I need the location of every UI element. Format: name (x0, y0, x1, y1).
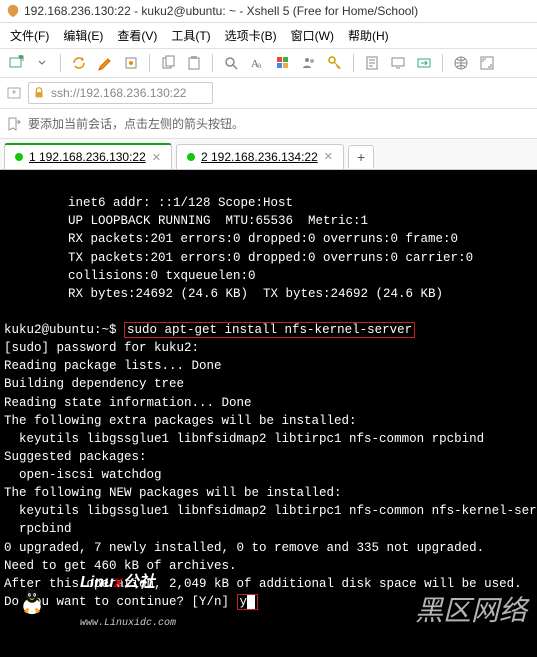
find-icon[interactable] (221, 53, 241, 73)
terminal-line: keyutils libgssglue1 libnfsidmap2 libtir… (4, 432, 484, 446)
menu-bar: 文件(F) 编辑(E) 查看(V) 工具(T) 选项卡(B) 窗口(W) 帮助(… (0, 23, 537, 49)
terminal-line: The following extra packages will be ins… (4, 414, 357, 428)
properties-icon[interactable] (121, 53, 141, 73)
reconnect-icon[interactable] (69, 53, 89, 73)
paste-icon[interactable] (184, 53, 204, 73)
close-icon[interactable]: ✕ (152, 151, 161, 164)
terminal-line: inet6 addr: ::1/128 Scope:Host (4, 194, 533, 212)
highlighted-answer: y (237, 594, 258, 610)
bookmark-arrow-icon[interactable] (6, 116, 22, 132)
key-icon[interactable] (325, 53, 345, 73)
tab-label: 1 192.168.236.130:22 (29, 150, 146, 164)
close-icon[interactable]: ✕ (324, 150, 333, 163)
terminal-line: 0 upgraded, 7 newly installed, 0 to remo… (4, 541, 484, 555)
terminal-line: keyutils libgssglue1 libnfsidmap2 libtir… (4, 504, 537, 518)
new-session-icon[interactable] (6, 53, 26, 73)
highlighted-command: sudo apt-get install nfs-kernel-server (124, 322, 415, 338)
status-dot-icon (187, 153, 195, 161)
window-title: 192.168.236.130:22 - kuku2@ubuntu: ~ - X… (24, 4, 418, 18)
terminal-line: RX packets:201 errors:0 dropped:0 overru… (4, 230, 533, 248)
menu-tabs[interactable]: 选项卡(B) (219, 25, 283, 46)
font-icon[interactable]: Aa (247, 53, 267, 73)
terminal-output[interactable]: inet6 addr: ::1/128 Scope:HostUP LOOPBAC… (0, 170, 537, 657)
watermark-url: www.Linuxidc.com (80, 618, 176, 629)
terminal-line: Building dependency tree (4, 377, 184, 391)
terminal-line: RX bytes:24692 (24.6 KB) TX bytes:24692 … (4, 285, 533, 303)
watermark-text: 黑区网络 (415, 591, 527, 632)
tab-label: 2 192.168.236.134:22 (201, 150, 318, 164)
terminal-line: collisions:0 txqueuelen:0 (4, 267, 533, 285)
add-bookmark-icon[interactable] (6, 85, 22, 101)
menu-edit[interactable]: 编辑(E) (57, 25, 109, 46)
terminal-line: rpcbind (4, 522, 72, 536)
fullscreen-icon[interactable] (477, 53, 497, 73)
terminal-line: Suggested packages: (4, 450, 147, 464)
terminal-line: UP LOOPBACK RUNNING MTU:65536 Metric:1 (4, 212, 533, 230)
terminal-line: TX packets:201 errors:0 dropped:0 overru… (4, 249, 533, 267)
terminal-line: Do you want to continue? [Y/n] (4, 595, 237, 609)
terminal-prompt: kuku2@ubuntu:~$ (4, 323, 124, 337)
menu-view[interactable]: 查看(V) (111, 25, 163, 46)
svg-text:a: a (257, 61, 262, 70)
tip-bar: 要添加当前会话，点击左侧的箭头按钮。 (0, 109, 537, 139)
menu-file[interactable]: 文件(F) (4, 25, 55, 46)
menu-window[interactable]: 窗口(W) (285, 25, 340, 46)
status-dot-icon (15, 153, 23, 161)
tip-text: 要添加当前会话，点击左侧的箭头按钮。 (28, 115, 244, 132)
separator (442, 54, 443, 72)
new-tab-button[interactable]: + (348, 145, 374, 168)
address-bar (0, 78, 537, 109)
terminal-line: The following NEW packages will be insta… (4, 486, 342, 500)
tab-bar: 1 192.168.236.130:22 ✕ 2 192.168.236.134… (0, 139, 537, 170)
script-icon[interactable] (362, 53, 382, 73)
dropdown-icon[interactable] (32, 53, 52, 73)
window-titlebar: 192.168.236.130:22 - kuku2@ubuntu: ~ - X… (0, 0, 537, 23)
menu-tools[interactable]: 工具(T) (165, 25, 216, 46)
users-icon[interactable] (299, 53, 319, 73)
globe-icon[interactable] (451, 53, 471, 73)
app-icon (6, 4, 20, 18)
screen-icon[interactable] (388, 53, 408, 73)
separator (212, 54, 213, 72)
terminal-line: Reading state information... Done (4, 396, 252, 410)
address-input[interactable] (28, 82, 213, 104)
separator (60, 54, 61, 72)
separator (149, 54, 150, 72)
session-tab-1[interactable]: 1 192.168.236.130:22 ✕ (4, 143, 172, 169)
terminal-line: After this operation, 2,049 kB of additi… (4, 577, 522, 591)
transfer-icon[interactable] (414, 53, 434, 73)
terminal-line: [sudo] password for kuku2: (4, 341, 199, 355)
session-tab-2[interactable]: 2 192.168.236.134:22 ✕ (176, 144, 344, 169)
terminal-line: Reading package lists... Done (4, 359, 222, 373)
separator (353, 54, 354, 72)
color-icon[interactable] (273, 53, 293, 73)
copy-icon[interactable] (158, 53, 178, 73)
toolbar: Aa (0, 49, 537, 78)
cursor (247, 595, 255, 609)
terminal-line: open-iscsi watchdog (4, 468, 162, 482)
menu-help[interactable]: 帮助(H) (342, 25, 395, 46)
lock-icon (32, 86, 46, 100)
edit-icon[interactable] (95, 53, 115, 73)
terminal-line: Need to get 460 kB of archives. (4, 559, 237, 573)
